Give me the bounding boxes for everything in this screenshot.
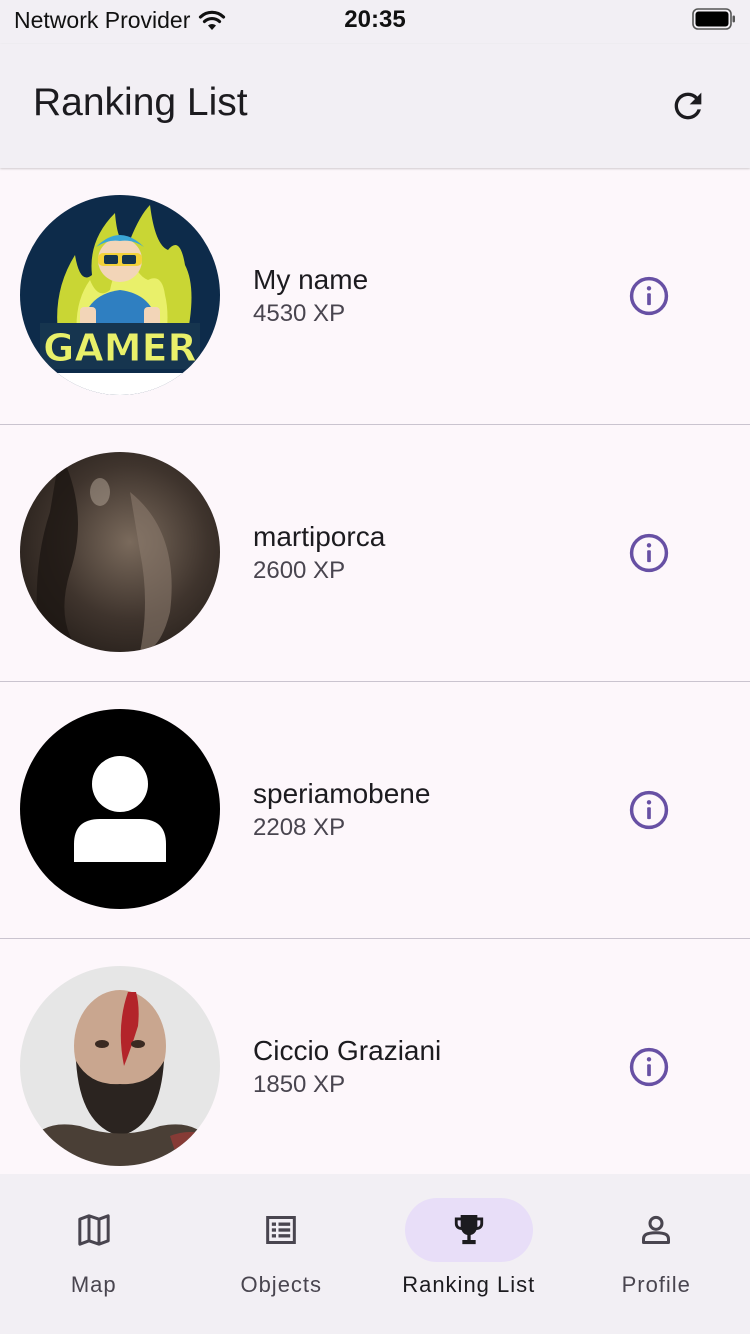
user-name: Ciccio Graziani: [253, 1035, 442, 1066]
user-xp: 2600 XP: [253, 557, 346, 584]
info-icon: [629, 790, 669, 830]
nav-indicator: [217, 1198, 345, 1262]
person-icon: [642, 1215, 671, 1244]
nav-item-profile[interactable]: Profile: [563, 1174, 750, 1334]
trophy-icon: [454, 1215, 483, 1245]
list-item[interactable]: martiporca 2600 XP: [0, 425, 750, 682]
gamer-logo-avatar: GAMER: [20, 195, 220, 395]
status-time: 20:35: [344, 6, 406, 33]
nav-item-ranking-list[interactable]: Ranking List: [375, 1174, 563, 1334]
nav-label-objects: Objects: [240, 1272, 323, 1297]
map-icon: [78, 1214, 110, 1246]
nav-item-objects[interactable]: Objects: [188, 1174, 376, 1334]
user-xp: 2208 XP: [253, 814, 346, 841]
nav-indicator-active: [404, 1198, 533, 1262]
nav-label-profile: Profile: [621, 1272, 691, 1297]
nav-item-map[interactable]: Map: [0, 1174, 188, 1334]
svg-text:GAMER: GAMER: [43, 326, 197, 370]
nav-indicator: [30, 1198, 158, 1262]
info-button[interactable]: [625, 529, 673, 577]
list-item[interactable]: GAMER My name 4530 XP: [0, 168, 750, 425]
status-bar: Network Provider 20:35: [0, 0, 750, 44]
info-icon: [629, 276, 669, 316]
user-xp: 4530 XP: [253, 300, 346, 327]
info-button[interactable]: [625, 1043, 673, 1091]
refresh-button[interactable]: [662, 80, 714, 132]
list-item[interactable]: Ciccio Graziani 1850 XP: [0, 939, 750, 1174]
dark-photo-avatar: [20, 452, 220, 652]
nav-indicator: [592, 1198, 720, 1262]
page-title: Ranking List: [33, 81, 248, 124]
user-name: My name: [253, 264, 369, 295]
user-name: speriamobene: [253, 778, 431, 809]
info-icon: [629, 1047, 669, 1087]
battery-icon: [692, 8, 735, 30]
list-item[interactable]: speriamobene 2208 XP: [0, 682, 750, 939]
user-name: martiporca: [253, 521, 386, 552]
info-icon: [629, 533, 669, 573]
default-person-avatar: [20, 709, 220, 909]
ranking-list[interactable]: GAMER My name 4530 XP martiporca 2600 XP…: [0, 168, 750, 1174]
app-bar: Ranking List: [0, 44, 750, 168]
bearded-man-photo-avatar: [20, 966, 220, 1166]
nav-label-ranking-list: Ranking List: [402, 1272, 536, 1297]
list-icon: [266, 1216, 297, 1244]
info-button[interactable]: [625, 786, 673, 834]
bottom-navigation: Map Objects Ranking List Profile: [0, 1174, 750, 1334]
refresh-icon: [674, 92, 702, 120]
info-button[interactable]: [625, 272, 673, 320]
user-xp: 1850 XP: [253, 1071, 346, 1098]
nav-label-map: Map: [70, 1272, 117, 1297]
